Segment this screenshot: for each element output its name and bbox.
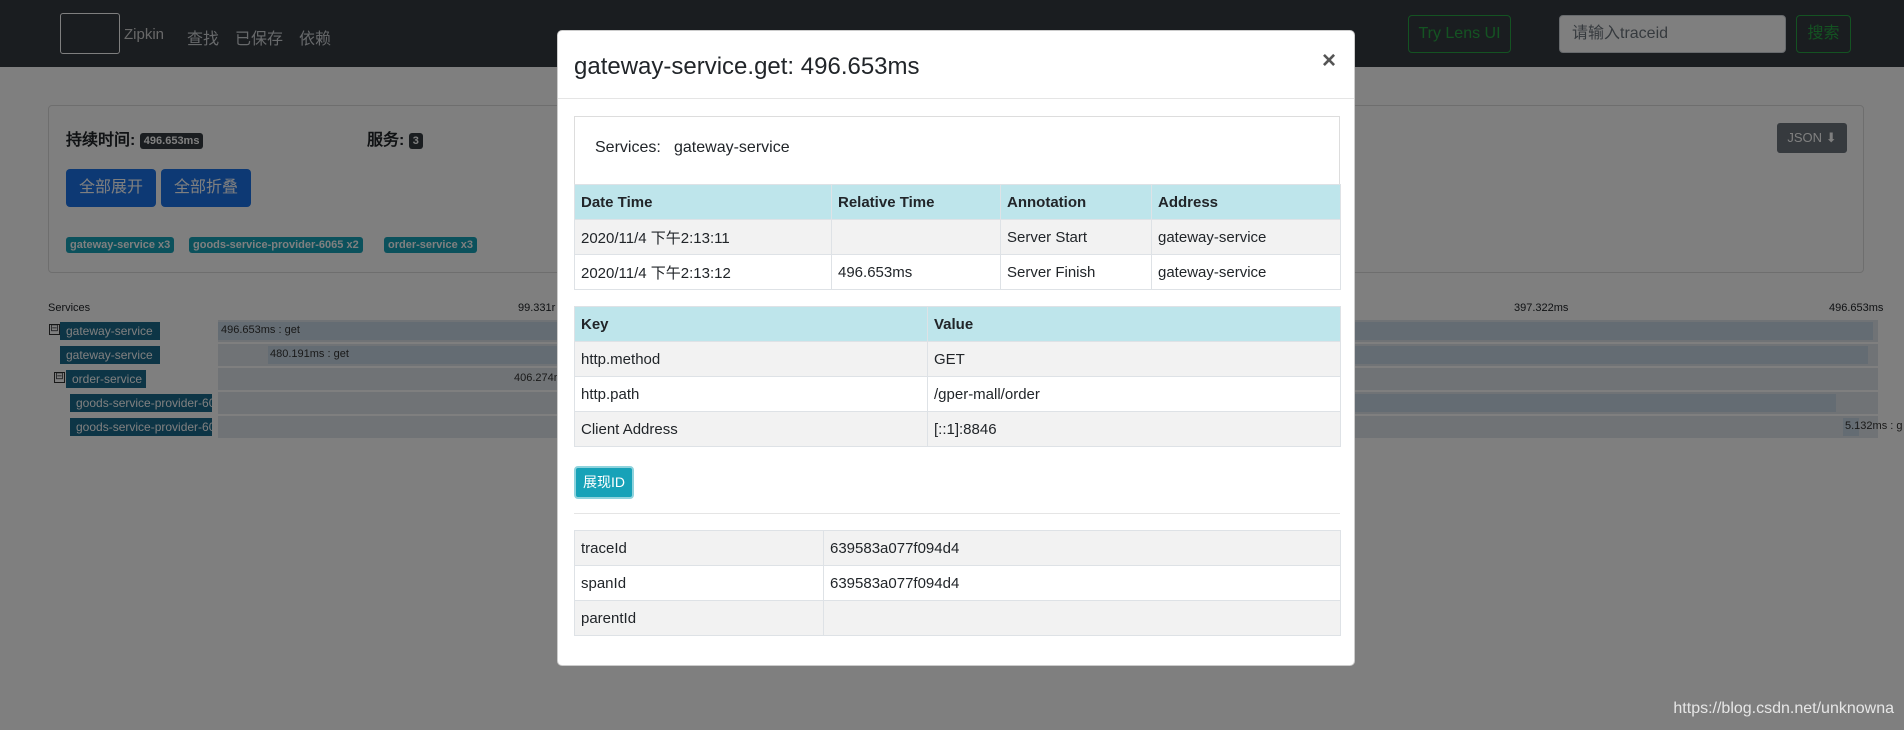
column-header: Date Time (574, 184, 832, 220)
table-row: 2020/11/4 下午2:13:12 496.653ms Server Fin… (574, 254, 1341, 290)
column-header: Value (927, 306, 1341, 342)
table-row: http.path /gper-mall/order (574, 376, 1341, 412)
modal-title: gateway-service.get: 496.653ms (574, 53, 920, 80)
span-detail-modal: gateway-service.get: 496.653ms × Service… (557, 30, 1355, 666)
watermark: https://blog.csdn.net/unknowna (1673, 700, 1894, 717)
table-cell: 2020/11/4 下午2:13:11 (574, 219, 832, 255)
table-row: http.method GET (574, 341, 1341, 377)
column-header: Address (1151, 184, 1341, 220)
table-row: parentId (574, 600, 1341, 636)
table-cell: Server Start (1000, 219, 1152, 255)
table-cell: 639583a077f094d4 (823, 565, 1341, 601)
divider (574, 513, 1340, 514)
table-row: Client Address [::1]:8846 (574, 411, 1341, 447)
table-row: traceId 639583a077f094d4 (574, 530, 1341, 566)
tags-header-row: Key Value (574, 306, 1341, 342)
table-cell: 639583a077f094d4 (823, 530, 1341, 566)
show-id-button[interactable]: 展现ID (574, 466, 634, 499)
modal-header: gateway-service.get: 496.653ms × (558, 31, 1354, 99)
ids-table: traceId 639583a077f094d4 spanId 639583a0… (574, 530, 1341, 636)
services-key: Services: (595, 139, 661, 156)
table-cell: Client Address (574, 411, 928, 447)
table-cell: gateway-service (1151, 219, 1341, 255)
table-cell: traceId (574, 530, 824, 566)
table-cell: http.path (574, 376, 928, 412)
table-cell: http.method (574, 341, 928, 377)
table-cell: 2020/11/4 下午2:13:12 (574, 254, 832, 290)
table-row: 2020/11/4 下午2:13:11 Server Start gateway… (574, 219, 1341, 255)
column-header: Relative Time (831, 184, 1001, 220)
annotations-header-row: Date Time Relative Time Annotation Addre… (574, 184, 1341, 220)
table-cell (823, 600, 1341, 636)
table-cell: parentId (574, 600, 824, 636)
services-panel: Services: gateway-service (574, 116, 1340, 184)
table-row: spanId 639583a077f094d4 (574, 565, 1341, 601)
table-cell: GET (927, 341, 1341, 377)
table-cell: spanId (574, 565, 824, 601)
annotations-table: Date Time Relative Time Annotation Addre… (574, 184, 1341, 290)
close-icon[interactable]: × (1322, 47, 1336, 75)
table-cell: Server Finish (1000, 254, 1152, 290)
services-value: gateway-service (674, 139, 790, 156)
table-cell: [::1]:8846 (927, 411, 1341, 447)
table-cell: /gper-mall/order (927, 376, 1341, 412)
table-cell (831, 219, 1001, 255)
table-cell: gateway-service (1151, 254, 1341, 290)
column-header: Annotation (1000, 184, 1152, 220)
tags-table: Key Value http.method GET http.path /gpe… (574, 306, 1341, 447)
table-cell: 496.653ms (831, 254, 1001, 290)
column-header: Key (574, 306, 928, 342)
